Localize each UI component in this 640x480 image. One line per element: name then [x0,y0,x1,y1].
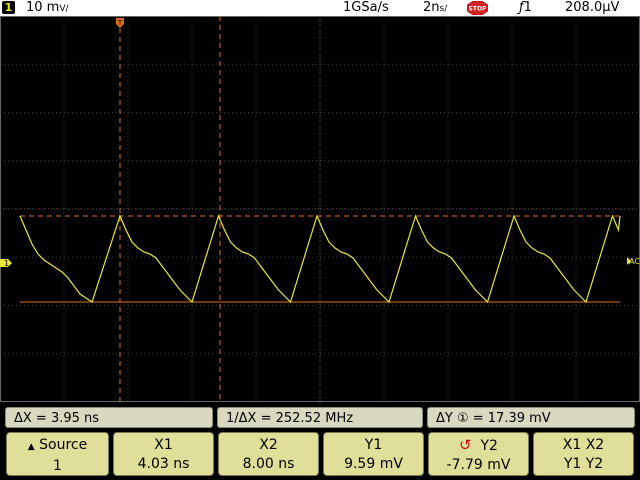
sample-rate: 1GSa/s [343,0,389,15]
softkey-y1[interactable]: Y1 9.59 mV [323,432,424,476]
channel-badge[interactable]: 1 [2,1,15,14]
svg-text:1: 1 [4,259,9,268]
trigger-level[interactable]: 208.0µV [565,0,619,16]
ground-marker[interactable]: 1 [0,259,12,268]
svg-text:T: T [117,19,123,27]
graticule [0,16,640,402]
status-bar: 1 10 mV/ 1GSa/s 2ns/ STOP ƒ1 208.0µV [0,0,640,16]
trigger-position-marker: T [116,18,124,28]
up-arrow-icon: ▲ [27,442,35,452]
stop-icon[interactable]: STOP [467,1,488,15]
delta-y-readout: ΔY ① = 17.39 mV [427,407,635,428]
svg-text:AC: AC [629,257,640,266]
softkey-source[interactable]: ▲ Source 1 [6,432,109,476]
rotate-knob-icon: ↺ [459,436,472,454]
vertical-scale[interactable]: 10 mV/ [26,0,69,16]
delta-x-readout: ΔX = 3.95 ns [5,407,213,428]
trigger-source[interactable]: ƒ1 [519,0,532,16]
softkey-cursor-select[interactable]: X1 X2 Y1 Y2 [533,432,634,476]
waveform-display[interactable]: T 1 AC [0,16,640,402]
softkey-x2[interactable]: X2 8.00 ns [218,432,319,476]
inverse-delta-x-readout: 1/ΔX = 252.52 MHz [217,407,423,428]
run-state-label: STOP [469,6,488,13]
softkey-x1[interactable]: X1 4.03 ns [113,432,214,476]
timebase[interactable]: 2ns/ [423,0,447,16]
trigger-level-marker[interactable]: AC [627,257,640,266]
softkey-y2[interactable]: ↺ Y2 -7.79 mV [428,432,529,476]
